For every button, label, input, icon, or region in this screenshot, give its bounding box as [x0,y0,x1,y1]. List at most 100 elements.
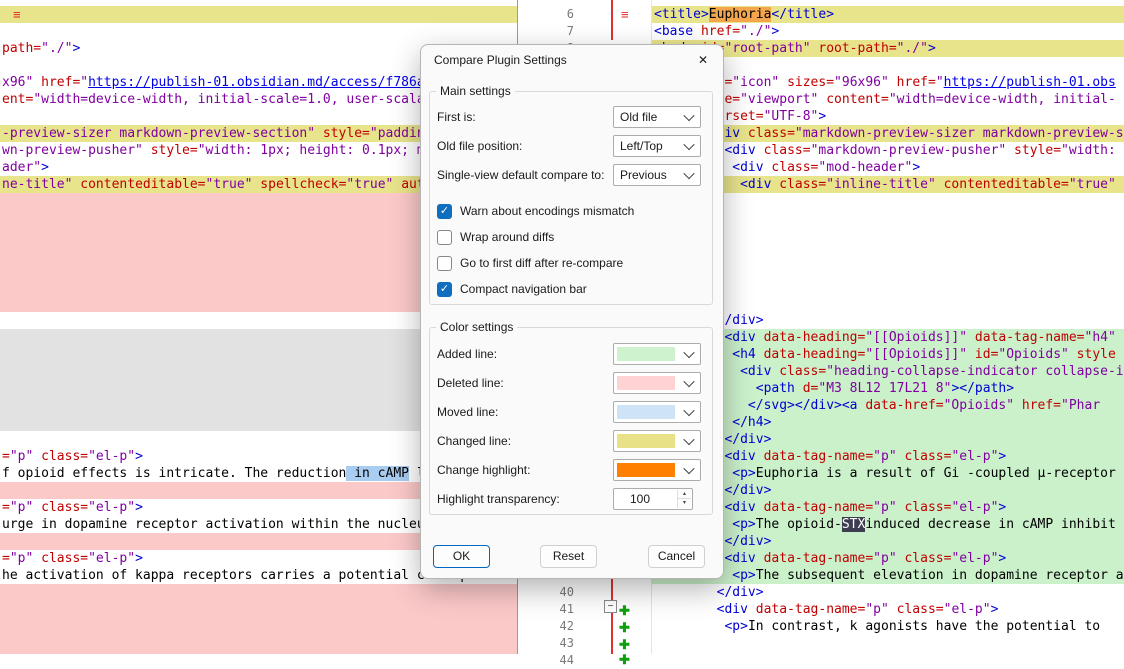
code-segment: "[[Opioids]]" [865,330,967,345]
added-line-color-select[interactable] [613,343,701,365]
code-segment: "p" [10,551,33,566]
code-segment [654,619,724,634]
compact-nav-label: Compact navigation bar [460,282,587,296]
cancel-button[interactable]: Cancel [648,545,705,568]
reset-button[interactable]: Reset [540,545,597,568]
checkbox-icon [437,230,452,245]
chevron-down-icon [683,376,694,387]
code-segment: "inline-title" [826,177,936,192]
code-line[interactable] [0,23,517,40]
code-line[interactable] [0,584,517,601]
spin-up-button[interactable]: ▴ [677,490,691,499]
code-segment: > [135,500,143,515]
code-segment: "true" [346,177,393,192]
moved-line-label: Moved line: [437,405,498,419]
code-line[interactable] [0,6,517,23]
moved-line-color-select[interactable] [613,401,701,423]
code-segment: <div [724,449,755,464]
code-segment: class= [771,364,826,379]
code-segment: "96x96" [834,75,889,90]
code-segment: "UTF-8" [764,109,819,124]
code-segment: spel [1116,177,1124,192]
changed-line-color-select[interactable] [613,430,701,452]
code-segment: </div> [724,432,771,447]
single-view-compare-label: Single-view default compare to: [437,168,604,182]
code-segment: "p" [873,500,896,515]
code-segment: <div [724,500,755,515]
moved-line-swatch [617,405,675,419]
dialog-titlebar[interactable]: Compare Plugin Settings ✕ [421,45,723,75]
code-segment: style= [143,143,198,158]
line-number: 40 [518,584,580,601]
code-segment: data-tag-name= [967,330,1084,345]
code-segment: <p> [724,619,747,634]
ok-button[interactable]: OK [433,545,490,568]
code-segment: "p" [873,551,896,566]
code-line[interactable]: <div data-tag-name="p" class="el-p"> [652,601,1124,618]
code-segment: > [998,449,1006,464]
code-segment: "./" [740,24,771,39]
change-highlight-color-select[interactable] [613,459,701,481]
old-file-position-select[interactable]: Left/Top [613,135,701,157]
code-segment: > [135,551,143,566]
deleted-line-swatch [617,376,675,390]
code-line[interactable] [652,635,1124,652]
fold-collapse-icon[interactable]: − [604,600,617,613]
code-segment: > [912,160,920,175]
first-is-label: First is: [437,110,476,124]
code-line[interactable] [0,601,517,618]
code-segment: <title> [654,7,709,22]
added-line-icon: ✚ [619,619,630,636]
chevron-down-icon [683,139,694,150]
code-segment: > [135,449,143,464]
goto-first-diff-label: Go to first diff after re-compare [460,256,623,270]
code-line[interactable] [0,635,517,652]
code-line[interactable]: <title>Euphoria</title> [652,6,1124,23]
code-segment: "mod-header" [818,160,912,175]
chevron-down-icon [683,110,694,121]
code-line[interactable]: </div> [652,584,1124,601]
code-segment: ></path> [951,381,1014,396]
code-line[interactable] [0,618,517,635]
code-segment: The subsequent elevation in dopamine rec… [756,568,1124,583]
first-is-value: Old file [620,110,657,124]
spin-down-button[interactable]: ▾ [677,499,691,508]
code-segment: "el-p" [951,449,998,464]
checkbox-icon [437,256,452,271]
code-segment: </title> [771,7,834,22]
goto-first-diff-checkbox[interactable]: Go to first diff after re-compare [437,255,623,271]
diff-ruler-line [611,577,613,654]
code-segment: class= [897,449,952,464]
deleted-line-color-select[interactable] [613,372,701,394]
changed-line-icon: ≡ [13,6,21,23]
code-segment: "markdown-preview-pusher" [811,143,1007,158]
changed-line-swatch [617,434,675,448]
code-segment: class= [33,449,88,464]
warn-encodings-checkbox[interactable]: ✓Warn about encodings mismatch [437,203,634,219]
line-number: 7 [518,23,580,40]
code-line[interactable]: <base href="./"> [652,23,1124,40]
code-segment: " [80,75,88,90]
first-is-select[interactable]: Old file [613,106,701,128]
code-line[interactable]: <p>In contrast, k agonists have the pote… [652,618,1124,635]
code-segment: https://publish-01.obs [944,75,1116,90]
chevron-down-icon [683,463,694,474]
code-segment: f opioid effects is intricate. The reduc… [2,466,346,481]
code-segment: "Opioids" [998,347,1068,362]
code-segment: spellcheck= [252,177,346,192]
code-segment [654,585,717,600]
code-segment: "true" [206,177,253,192]
code-segment: </div> [724,534,771,549]
highlight-transparency-input[interactable]: 100 ▴ ▾ [613,488,693,510]
wrap-around-checkbox[interactable]: Wrap around diffs [437,229,554,245]
code-segment: = [2,500,10,515]
code-segment: style [1069,347,1116,362]
single-view-compare-select[interactable]: Previous [613,164,701,186]
single-view-compare-value: Previous [620,168,667,182]
code-segment: </div> [717,585,764,600]
close-icon[interactable]: ✕ [693,53,713,67]
wrap-around-label: Wrap around diffs [460,230,554,244]
compact-nav-checkbox[interactable]: ✓Compact navigation bar [437,281,587,297]
added-line-swatch [617,347,675,361]
code-segment: href= [33,75,80,90]
